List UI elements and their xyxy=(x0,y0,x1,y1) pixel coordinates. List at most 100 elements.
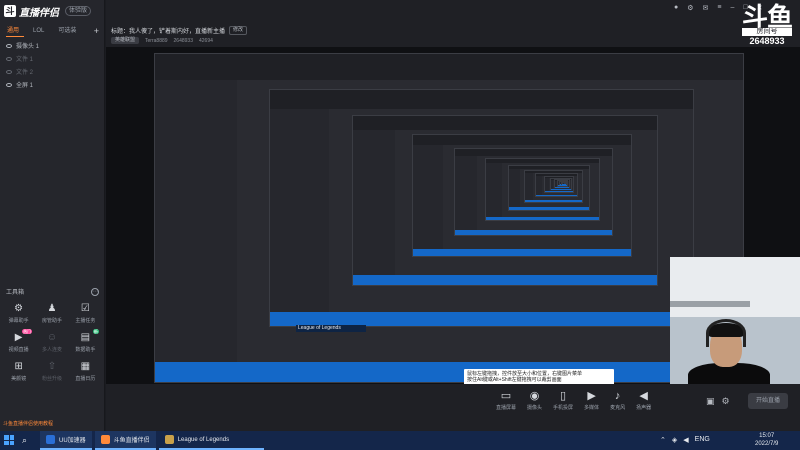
more-icon[interactable]: ⋯ xyxy=(91,287,99,296)
search-icon[interactable]: ⌕ xyxy=(22,435,27,446)
system-tray: ⌃ ◈ ◀ ENG xyxy=(660,436,710,444)
network-icon[interactable]: ◈ xyxy=(672,436,677,444)
phone-cast-button[interactable]: ▯ 手机投屏 xyxy=(553,390,573,411)
nested-screen-part xyxy=(486,158,599,164)
preview-tooltip: 鼠标左键拖拽，控件放至大小和位置，右键图片菜单 按住Alt键或Alt+Shift… xyxy=(464,369,614,384)
tool-label: 主播任务 xyxy=(75,318,96,324)
media-button[interactable]: ▶ 多媒体 xyxy=(584,390,599,411)
eye-icon[interactable] xyxy=(6,69,12,74)
taskbar-app-lol[interactable]: League of Legends xyxy=(158,431,264,450)
tool-multi-guest[interactable]: ☺ 多人连麦 xyxy=(35,332,68,353)
speaker-button[interactable]: ◀ 扬声器 xyxy=(636,390,651,411)
tool-live-calendar[interactable]: ▦ 直播日历 xyxy=(69,361,102,382)
settings-icon[interactable]: ⚙ xyxy=(722,396,730,407)
system-clock[interactable]: 15:07 2022/7/9 xyxy=(755,432,778,448)
nested-screen-part xyxy=(486,163,503,217)
nested-screen-part xyxy=(544,178,549,192)
add-scene-button[interactable]: + xyxy=(94,25,99,37)
douyu-watermark-big: 斗鱼 xyxy=(741,2,793,32)
record-icon[interactable]: ▣ xyxy=(706,396,715,407)
nested-screen-part xyxy=(270,311,693,326)
extra-controls: ▣ ⚙ xyxy=(706,396,730,407)
tool-data-assistant[interactable]: ▤ 新 数据助手 xyxy=(69,329,102,353)
version-badge[interactable]: 体验版 xyxy=(65,6,92,16)
microphone-icon: ♪ xyxy=(614,390,621,402)
nested-screen-part xyxy=(155,54,743,81)
tool-label: 直播日历 xyxy=(75,376,96,382)
taskbar-app-douyu[interactable]: 斗鱼直播伴侣 xyxy=(94,431,156,450)
douyu-watermark-id: 2648933 xyxy=(749,36,785,46)
eye-icon[interactable] xyxy=(6,56,12,61)
avatar-icon[interactable]: ● xyxy=(674,4,678,12)
active-tab-indicator xyxy=(6,36,24,37)
scene-item-file-1[interactable]: 文件 1 xyxy=(0,52,105,65)
nested-screen-part xyxy=(155,80,238,363)
toolbox-title: 工具箱 xyxy=(6,290,25,296)
taskbar-app-uu[interactable]: UU加速器 xyxy=(40,431,92,450)
tab-optional[interactable]: 可选装 xyxy=(51,25,83,37)
taskbar-app-label: UU加速器 xyxy=(59,438,86,444)
tool-danmu-assistant[interactable]: ⚙ 弹幕助手 xyxy=(2,303,35,324)
tool-beauty[interactable]: ⊞ 美颜镜 xyxy=(2,361,35,382)
settings-icon[interactable]: ⚙ xyxy=(687,4,693,12)
douyu-watermark: 斗鱼 房间号 2648933 xyxy=(741,2,793,47)
minimize-icon[interactable]: – xyxy=(730,4,734,12)
room-title: 标题：我人傻了，铲着斯内好，直播新主播 xyxy=(111,29,226,35)
menu-icon[interactable]: ≡ xyxy=(717,4,721,12)
nested-screen-part xyxy=(352,275,657,286)
eye-icon[interactable] xyxy=(6,82,12,87)
screen-capture-button[interactable]: ▭ 直播屏幕 xyxy=(496,390,516,411)
tray-chevron-icon[interactable]: ⌃ xyxy=(660,436,666,444)
source-buttons: ▭ 直播屏幕 ◉ 摄像头 ▯ 手机投屏 ▶ 多媒体 ♪ 麦克风 ◀ 扬声器 xyxy=(496,390,651,411)
nested-screen-part xyxy=(155,362,743,382)
nested-screen-part xyxy=(352,129,396,276)
scene-item-label: 文件 2 xyxy=(16,70,34,76)
tool-label: 美颜镜 xyxy=(11,376,27,382)
volume-icon[interactable]: ◀ xyxy=(683,436,688,444)
scene-item-fullscreen[interactable]: 全屏 1 xyxy=(0,78,105,91)
room-id: 2648933 xyxy=(173,37,193,44)
windows-taskbar: ⌕ UU加速器 斗鱼直播伴侣 League of Legends ⌃ ◈ ◀ E… xyxy=(0,431,800,450)
user-icon: ♟ xyxy=(47,303,57,314)
douyu-app-icon xyxy=(100,435,110,444)
microphone-button[interactable]: ♪ 麦克风 xyxy=(610,390,625,411)
tool-label: 视频直播 xyxy=(8,347,29,353)
tool-label: 粉丝升级 xyxy=(41,376,62,382)
edit-title-button[interactable]: 修改 xyxy=(229,26,248,35)
nested-screen-part xyxy=(508,165,589,170)
tool-label: 多人连麦 xyxy=(41,347,62,353)
chart-icon: ▤ 新 xyxy=(80,329,99,343)
scene-item-label: 全屏 1 xyxy=(16,83,34,89)
webcam-shelf xyxy=(670,301,750,307)
windows-start-icon[interactable] xyxy=(4,435,14,445)
nested-screen-part xyxy=(524,199,582,202)
tool-fan-upgrade[interactable]: ⇧ 粉丝升级 xyxy=(35,361,68,382)
scene-item-camera[interactable]: 摄像头 1 xyxy=(0,39,105,52)
eye-icon[interactable] xyxy=(6,43,12,48)
start-live-button[interactable]: 开始直播 xyxy=(748,393,788,409)
message-icon[interactable]: ✉ xyxy=(703,4,709,12)
douyu-logo-icon: 斗 xyxy=(4,5,16,17)
input-language[interactable]: ENG xyxy=(695,436,710,444)
app-logo: 斗 直播伴侣 体验版 xyxy=(4,4,92,19)
nested-screen-part xyxy=(412,144,444,250)
phone-icon: ▯ xyxy=(560,390,567,402)
category-chip[interactable]: 英雄联盟 xyxy=(111,37,140,44)
clipboard-icon: ☑ xyxy=(80,303,90,314)
tab-lol[interactable]: LOL xyxy=(26,25,51,37)
grid-icon: ⊞ xyxy=(14,361,23,372)
room-meta: 英雄联盟 Terra8889 2648933 42694 xyxy=(111,37,213,44)
people-icon: ☺ xyxy=(46,332,58,343)
scene-list: 摄像头 1 文件 1 文件 2 全屏 1 xyxy=(0,39,105,91)
tool-room-manager[interactable]: ♟ 房管助手 xyxy=(35,303,68,324)
clock-time: 15:07 xyxy=(759,433,775,439)
nested-screen-part xyxy=(544,191,574,193)
arrow-up-icon: ⇧ xyxy=(47,361,57,372)
camera-button[interactable]: ◉ 摄像头 xyxy=(527,390,542,411)
ctrl-label: 多媒体 xyxy=(584,405,600,411)
tutorial-link[interactable]: 斗鱼直播伴侣使用教程 xyxy=(0,418,106,431)
tool-streamer-tasks[interactable]: ☑ 主播任务 xyxy=(69,303,102,324)
scene-item-file-2[interactable]: 文件 2 xyxy=(0,65,105,78)
tool-video-live[interactable]: ▶ 热门 视频直播 xyxy=(2,329,35,353)
live-preview[interactable]: League of Legends 鼠标左键拖拽，控件放至大小和位置，右键图片菜… xyxy=(106,47,800,384)
